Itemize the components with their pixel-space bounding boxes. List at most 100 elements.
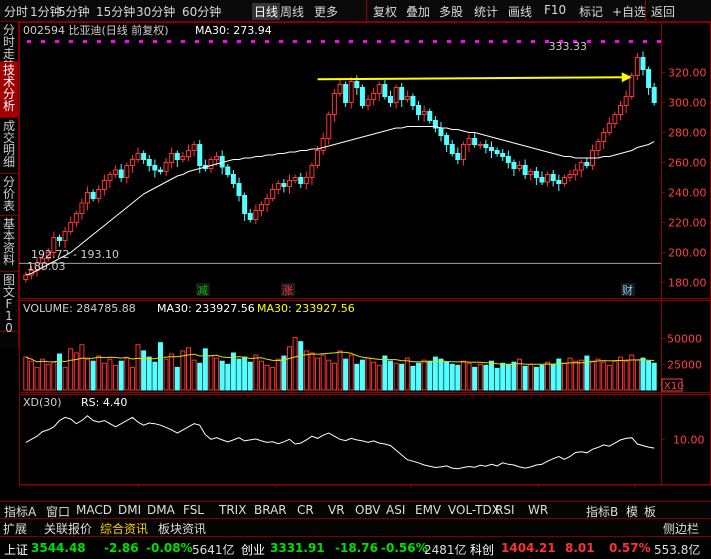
volume-bar-37 xyxy=(230,352,236,391)
purple-dot xyxy=(209,40,213,43)
candle-body-34 xyxy=(214,156,220,160)
purple-dot xyxy=(97,40,101,43)
volume-bar-70 xyxy=(416,362,422,391)
indicator-tab-11[interactable]: ASI xyxy=(386,503,405,517)
indicator-tab-7[interactable]: BRAR xyxy=(254,503,287,517)
volume-bar-72 xyxy=(427,360,433,391)
chart-area[interactable]: 320.00 300.00 280.00 260.00 240.00 220.00 200.… xyxy=(19,22,711,488)
toolbar-item-1[interactable]: 1分钟 xyxy=(30,3,62,20)
volume-bar-32 xyxy=(202,348,208,391)
kc-index-pct: 0.57% xyxy=(609,541,651,555)
candle-body-110 xyxy=(640,57,646,70)
purple-dot xyxy=(601,40,605,43)
cy-index-name[interactable]: 创业 xyxy=(241,541,265,558)
volume-bar-92 xyxy=(539,364,545,391)
toolbar-item-14[interactable]: F10 xyxy=(544,3,566,17)
toolbar-item-16[interactable]: +自选 xyxy=(612,3,646,20)
candle-body-18 xyxy=(124,165,130,178)
volume-bar-52 xyxy=(315,357,321,391)
candle-body-12 xyxy=(90,192,96,199)
price-tick-label-0: 320.00 xyxy=(668,67,707,80)
indicator-tab-13[interactable]: VOL-TDX xyxy=(448,503,500,517)
candle-body-38 xyxy=(236,183,242,196)
indicator-tab-6[interactable]: TRIX xyxy=(219,503,246,517)
candle-body-22 xyxy=(146,159,152,166)
volume-bar-47 xyxy=(287,346,293,391)
kc-index-name[interactable]: 科创 xyxy=(470,541,494,558)
volume-bar-33 xyxy=(208,355,214,391)
toolbar-item-4[interactable]: 30分钟 xyxy=(136,3,175,20)
info-tab-4[interactable]: 侧边栏 xyxy=(663,520,699,537)
candle-body-63 xyxy=(376,84,382,94)
candle-body-16 xyxy=(113,169,119,175)
volume-bar-54 xyxy=(326,359,332,391)
toolbar-item-3[interactable]: 15分钟 xyxy=(96,3,135,20)
toolbar-item-13[interactable]: 画线 xyxy=(508,3,532,20)
info-tab-2[interactable]: 综合资讯 xyxy=(100,520,148,537)
volume-ma-label-2: MA30: 233927.56 xyxy=(257,302,355,315)
indicator-tab-8[interactable]: CR xyxy=(297,503,314,517)
cy-index-value: 3331.91 xyxy=(270,541,325,555)
toolbar-item-6[interactable]: 日线 xyxy=(252,3,281,20)
toolbar-item-0[interactable]: 分时 xyxy=(4,3,28,20)
toolbar-item-9[interactable]: 复权 xyxy=(373,3,397,20)
toolbar-item-17[interactable]: 返回 xyxy=(651,3,675,20)
stock-chart[interactable]: 320.00 300.00 280.00 260.00 240.00 220.00 200.… xyxy=(19,22,711,488)
indicator-tab-15[interactable]: WR xyxy=(528,503,548,517)
indicator-tab-2[interactable]: MACD xyxy=(76,503,112,517)
xd-tick-label-0: 10.00 xyxy=(673,433,705,446)
indicator-tab-9[interactable]: VR xyxy=(328,503,345,517)
volume-bar-111 xyxy=(646,360,652,391)
volume-bar-91 xyxy=(533,366,539,391)
indicator-tab-14[interactable]: RSI xyxy=(495,503,515,517)
indicator-tab-12[interactable]: EMV xyxy=(415,503,441,517)
sh-index-amount: 5641亿 xyxy=(192,543,235,557)
sh-index-value: 3544.48 xyxy=(31,541,86,555)
left-tab-0[interactable]: 分时走势 xyxy=(0,22,18,72)
volume-bar-106 xyxy=(618,356,624,391)
info-tab-3[interactable]: 板块资讯 xyxy=(158,520,206,537)
left-tab-3[interactable]: 分价表 xyxy=(0,174,18,216)
volume-ma-label-1: MA30: 233927.56 xyxy=(157,302,255,315)
purple-dot xyxy=(447,40,451,43)
candle-body-112 xyxy=(651,87,657,103)
purple-dot xyxy=(349,40,353,43)
toolbar-item-5[interactable]: 60分钟 xyxy=(182,3,221,20)
volume-bar-36 xyxy=(225,363,231,391)
indicator-tab-3[interactable]: DMI xyxy=(118,503,141,517)
toolbar-item-11[interactable]: 多股 xyxy=(439,3,463,20)
toolbar-item-15[interactable]: 标记 xyxy=(579,3,603,20)
volume-bar-44 xyxy=(270,366,276,391)
volume-bar-23 xyxy=(152,361,158,391)
candle-body-21 xyxy=(141,153,147,160)
toolbar-item-7[interactable]: 周线 xyxy=(280,3,304,20)
volume-bar-82 xyxy=(483,364,489,391)
price-tick-label-1: 300.00 xyxy=(668,97,707,110)
candle-body-37 xyxy=(230,174,236,184)
volume-bar-60 xyxy=(359,359,365,391)
candle-body-7 xyxy=(62,231,68,241)
cy-index-pct: -0.56% xyxy=(381,541,428,555)
market-status-bar: 上证 3544.48 -2.86 -0.08% 5641亿 创业 3331.91… xyxy=(0,536,711,559)
toolbar-item-12[interactable]: 统计 xyxy=(474,3,498,20)
toolbar-item-2[interactable]: 5分钟 xyxy=(58,3,90,20)
purple-dot xyxy=(251,40,255,43)
info-tab-0[interactable]: 扩展 xyxy=(3,520,27,537)
volume-bar-57 xyxy=(343,358,349,391)
left-tab-2[interactable]: 成交明细 xyxy=(0,118,18,174)
indicator-tab-4[interactable]: DMA xyxy=(147,503,175,517)
volume-bar-69 xyxy=(410,365,416,391)
volume-bar-1 xyxy=(28,360,34,391)
left-tab-5[interactable]: 图文F10 xyxy=(0,272,18,334)
left-tab-4[interactable]: 基本资料 xyxy=(0,216,18,272)
left-tab-1[interactable]: 技术分析 xyxy=(0,62,18,118)
candle-body-88 xyxy=(517,165,523,169)
volume-bar-110 xyxy=(640,357,646,391)
indicator-tab-10[interactable]: OBV xyxy=(355,503,381,517)
toolbar-item-10[interactable]: 叠加 xyxy=(406,3,430,20)
sh-index-name[interactable]: 上证 xyxy=(4,541,28,558)
toolbar-item-8[interactable]: 更多 xyxy=(314,3,338,20)
info-tab-1[interactable]: 关联报价 xyxy=(44,520,92,537)
indicator-tab-5[interactable]: FSL xyxy=(183,503,204,517)
left-side-tabs: 分时走势技术分析成交明细分价表基本资料图文F10 xyxy=(0,22,19,348)
